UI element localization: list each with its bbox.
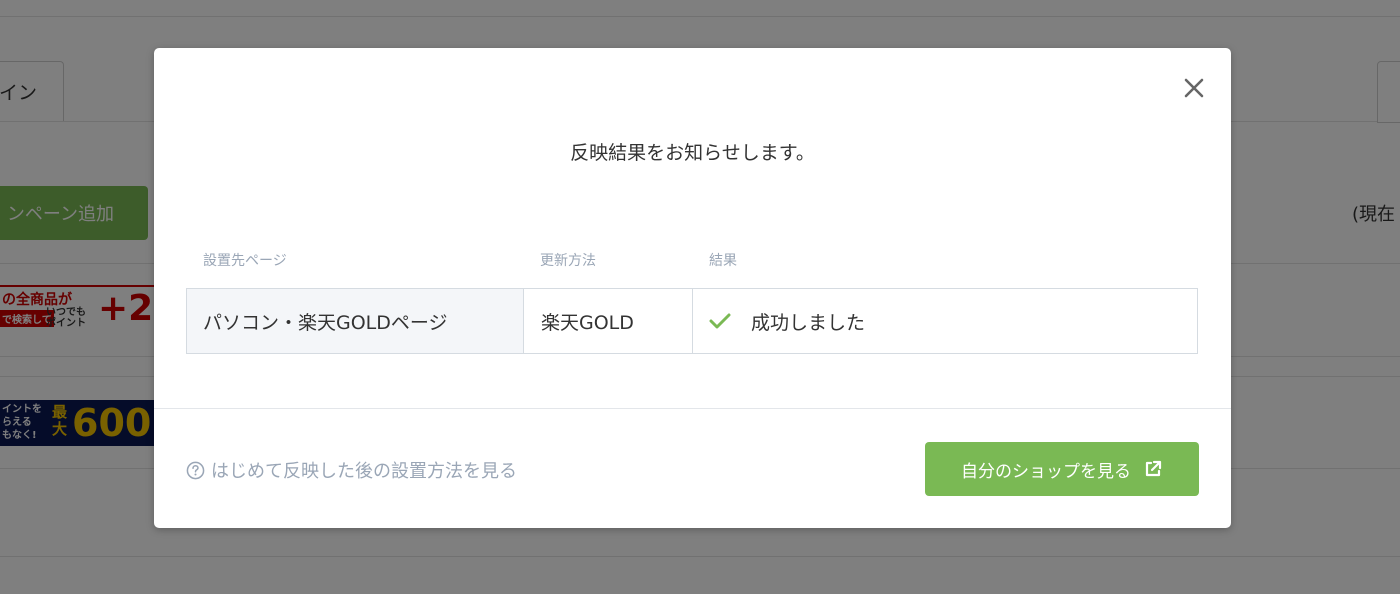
modal-footer-divider: [154, 408, 1231, 409]
column-header-result: 結果: [709, 253, 737, 269]
result-modal: 反映結果をお知らせします。 設置先ページ 更新方法 結果 パソコン・楽天GOLD…: [154, 48, 1231, 528]
column-header-page: 設置先ページ: [203, 253, 287, 269]
view-shop-button-label[interactable]: 自分のショップを見る: [961, 457, 1131, 482]
modal-title: 反映結果をお知らせします。: [570, 142, 815, 164]
cell-method: 楽天GOLD: [524, 289, 693, 353]
help-link-label[interactable]: はじめて反映した後の設置方法を見る: [211, 457, 517, 483]
check-icon: [709, 313, 731, 329]
column-header-method: 更新方法: [540, 253, 596, 269]
close-icon: [1184, 78, 1204, 98]
help-link[interactable]: はじめて反映した後の設置方法を見る: [186, 457, 517, 483]
result-text: 成功しました: [751, 311, 866, 334]
table-row: パソコン・楽天GOLDページ 楽天GOLD 成功しました: [186, 288, 1198, 354]
view-shop-button[interactable]: 自分のショップを見る: [925, 442, 1199, 496]
external-link-icon: [1145, 460, 1162, 477]
cell-result: 成功しました: [693, 289, 1197, 353]
question-circle-icon: [186, 461, 205, 479]
cell-page: パソコン・楽天GOLDページ: [187, 289, 524, 353]
close-button[interactable]: [1182, 76, 1206, 100]
